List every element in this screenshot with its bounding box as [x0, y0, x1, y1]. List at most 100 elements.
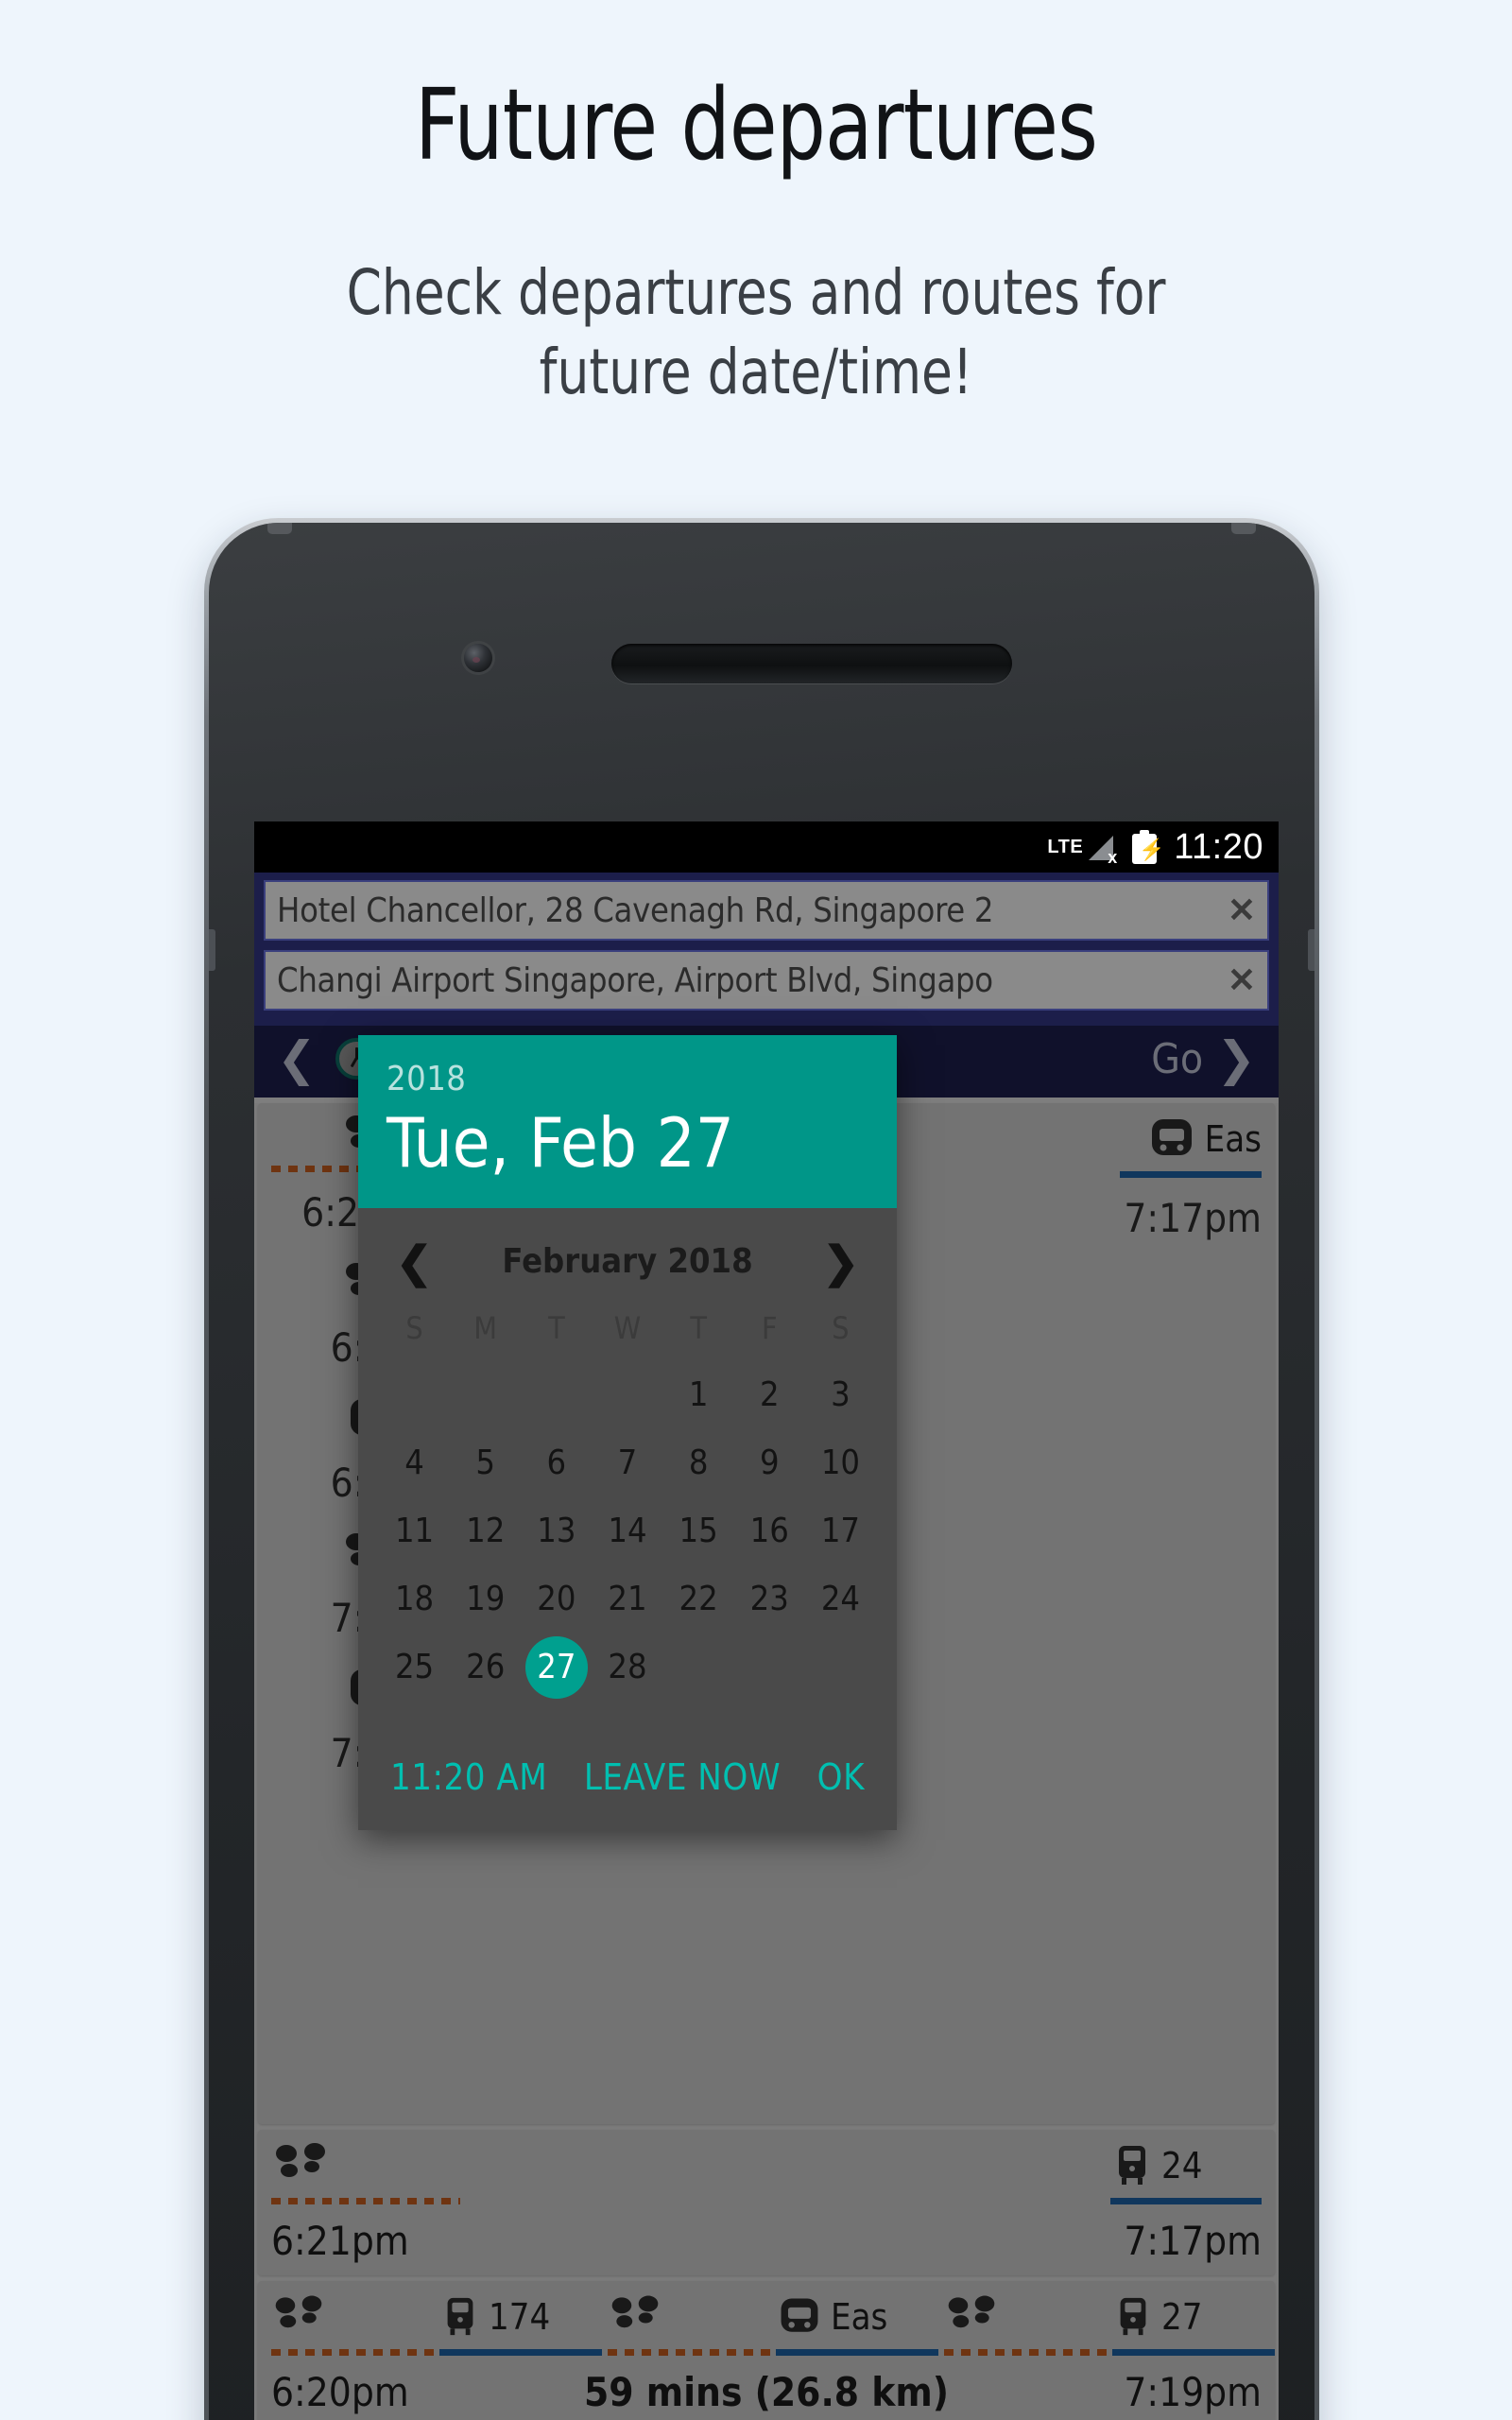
calendar-day[interactable]: 8: [667, 1432, 730, 1495]
calendar-cell: 20: [521, 1565, 592, 1634]
page-subtitle-line1: Check departures and routes for: [346, 256, 1166, 329]
calendar-day[interactable]: 9: [738, 1432, 800, 1495]
calendar-cell: 6: [521, 1429, 592, 1497]
calendar-cell: 1: [663, 1361, 734, 1429]
calendar-cell: 27: [521, 1634, 592, 1702]
picker-year[interactable]: 2018: [387, 1060, 868, 1098]
calendar-cell: [379, 1361, 450, 1429]
date-picker-body: ❮ February 2018 ❯ S M T W T F S 1 2 3 4 …: [358, 1208, 897, 1702]
calendar-day[interactable]: 3: [809, 1364, 871, 1426]
calendar-day[interactable]: 1: [667, 1364, 730, 1426]
calendar-day[interactable]: 28: [596, 1636, 659, 1699]
calendar-day[interactable]: 7: [596, 1432, 659, 1495]
calendar-day[interactable]: 22: [667, 1568, 730, 1631]
weekday-label: T: [690, 1309, 707, 1346]
calendar-cell: [663, 1634, 734, 1702]
calendar-cell: [592, 1361, 662, 1429]
close-icon[interactable]: ✕: [1220, 890, 1256, 930]
calendar-day[interactable]: 4: [384, 1432, 446, 1495]
phone-side-button-left: [209, 929, 215, 971]
calendar-day[interactable]: 6: [525, 1432, 588, 1495]
calendar-day[interactable]: 21: [596, 1568, 659, 1631]
calendar-cell: [521, 1361, 592, 1429]
front-camera-icon: [464, 644, 492, 672]
picker-selected-date[interactable]: Tue, Feb 27: [387, 1107, 868, 1180]
calendar-day[interactable]: 11: [384, 1500, 446, 1563]
calendar-day[interactable]: 16: [738, 1500, 800, 1563]
weekday-label: S: [405, 1309, 423, 1346]
weekday-label: M: [473, 1309, 498, 1346]
calendar-cell: 15: [663, 1497, 734, 1565]
calendar-day[interactable]: 23: [738, 1568, 800, 1631]
calendar-day[interactable]: 2: [738, 1364, 800, 1426]
no-service-mark: x: [1108, 848, 1118, 867]
time-button[interactable]: 11:20 AM: [390, 1756, 547, 1798]
calendar-cell: 25: [379, 1634, 450, 1702]
calendar-cell: 19: [450, 1565, 521, 1634]
destination-row: Changi Airport Singapore, Airport Blvd, …: [264, 950, 1269, 1011]
origin-input[interactable]: Hotel Chancellor, 28 Cavenagh Rd, Singap…: [264, 880, 1269, 941]
calendar-day[interactable]: 24: [809, 1568, 871, 1631]
calendar-cell: 11: [379, 1497, 450, 1565]
date-picker-header: 2018 Tue, Feb 27: [358, 1035, 897, 1208]
leave-now-button[interactable]: LEAVE NOW: [584, 1756, 781, 1798]
calendar-day-empty: [596, 1361, 659, 1424]
calendar-cell: 4: [379, 1429, 450, 1497]
battery-charging-icon: ⚡: [1132, 830, 1165, 864]
calendar-cell: 8: [663, 1429, 734, 1497]
calendar-grid: S M T W T F S 1 2 3 4 5 6 7 8 9 10 11 12 13 14 15 16 17 1…: [379, 1297, 876, 1702]
phone-antenna-nub-left: [267, 523, 292, 534]
page-subtitle-line2: future date/time!: [539, 336, 973, 409]
calendar-day[interactable]: 5: [455, 1432, 517, 1495]
calendar-cell: 7: [592, 1429, 662, 1497]
calendar-day[interactable]: 13: [525, 1500, 588, 1563]
calendar-day[interactable]: 26: [455, 1636, 517, 1699]
calendar-cell: 18: [379, 1565, 450, 1634]
promo-screenshot: Future departures Check departures and r…: [0, 0, 1512, 2420]
chevron-left-icon[interactable]: ❮: [396, 1240, 433, 1284]
calendar-day[interactable]: 12: [455, 1500, 517, 1563]
calendar-week-row: 18 19 20 21 22 23 24: [379, 1565, 876, 1634]
calendar-day[interactable]: 10: [809, 1432, 871, 1495]
lte-label: LTE: [1047, 836, 1084, 857]
calendar-cell: 28: [592, 1634, 662, 1702]
calendar-day[interactable]: 17: [809, 1500, 871, 1563]
destination-value: Changi Airport Singapore, Airport Blvd, …: [277, 960, 993, 1000]
calendar-day[interactable]: 19: [455, 1568, 517, 1631]
calendar-day-empty: [667, 1634, 730, 1696]
page-title: Future departures: [414, 67, 1098, 182]
calendar-cell: 21: [592, 1565, 662, 1634]
calendar-cell: 12: [450, 1497, 521, 1565]
calendar-cell: 23: [734, 1565, 805, 1634]
calendar-cell: 17: [805, 1497, 876, 1565]
calendar-day[interactable]: 20: [525, 1568, 588, 1631]
calendar-week-row: 123: [379, 1361, 876, 1429]
calendar-week-row: 4 5 6 7 8 9 10: [379, 1429, 876, 1497]
date-picker-dialog: 2018 Tue, Feb 27 ❮ February 2018 ❯ S M T…: [358, 1035, 897, 1830]
calendar-day-empty: [525, 1361, 588, 1424]
weekday-label: W: [613, 1309, 642, 1346]
origin-row: Hotel Chancellor, 28 Cavenagh Rd, Singap…: [264, 880, 1269, 941]
phone-mockup: LTE x ⚡ 11:20 Hotel Chancellor, 28 Caven…: [204, 518, 1319, 2420]
calendar-day[interactable]: 25: [384, 1636, 446, 1699]
calendar-day[interactable]: 27: [524, 1635, 588, 1699]
calendar-cell: 24: [805, 1565, 876, 1634]
calendar-day[interactable]: 14: [596, 1500, 659, 1563]
calendar-day[interactable]: 18: [384, 1568, 446, 1631]
month-navigation: ❮ February 2018 ❯: [379, 1225, 876, 1297]
calendar-cell: [734, 1634, 805, 1702]
calendar-cell: 5: [450, 1429, 521, 1497]
close-icon[interactable]: ✕: [1220, 960, 1256, 1000]
status-bar: LTE x ⚡ 11:20: [254, 821, 1279, 873]
calendar-day-empty: [455, 1361, 517, 1424]
ok-button[interactable]: OK: [817, 1756, 865, 1798]
phone-side-button-right: [1308, 929, 1314, 971]
calendar-cell: 26: [450, 1634, 521, 1702]
signal-bars-icon: x: [1085, 832, 1117, 866]
calendar-body: 1 2 3 4 5 6 7 8 9 10 11 12 13 14 15 16 17 18 19 20 21 22 23 24 2…: [379, 1361, 876, 1702]
calendar-day-empty: [384, 1361, 446, 1424]
calendar-day-empty: [809, 1634, 871, 1696]
destination-input[interactable]: Changi Airport Singapore, Airport Blvd, …: [264, 950, 1269, 1011]
calendar-day[interactable]: 15: [667, 1500, 730, 1563]
chevron-right-icon[interactable]: ❯: [822, 1240, 859, 1284]
